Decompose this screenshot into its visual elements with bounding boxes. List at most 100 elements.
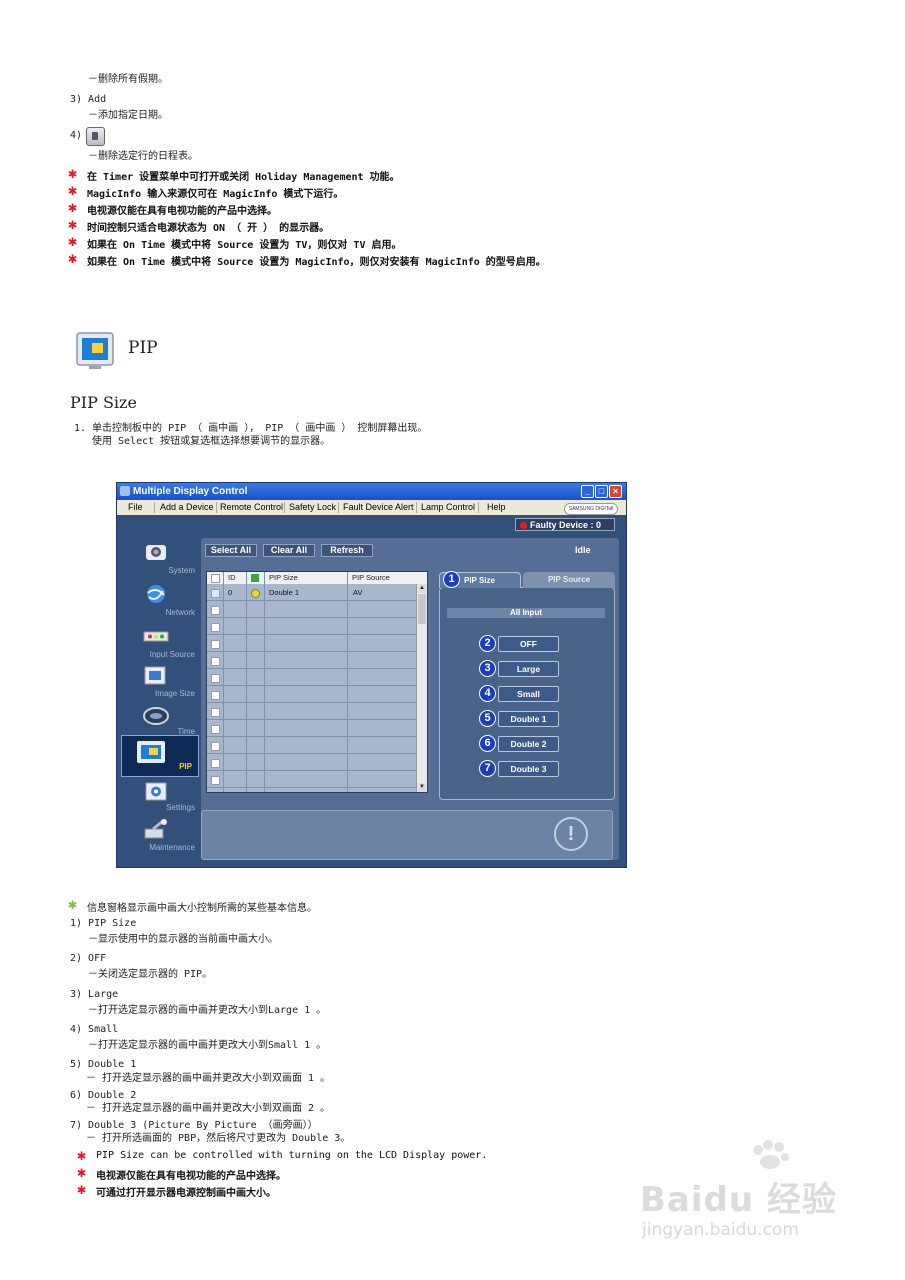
delete-row-desc: －删除选定行的日程表。 — [88, 151, 198, 162]
menu-file[interactable]: File — [128, 500, 143, 515]
star-icon: ✱ — [77, 1163, 87, 1181]
close-button[interactable]: × — [609, 485, 622, 498]
star-icon: ✱ — [68, 198, 78, 216]
globe-icon — [147, 585, 165, 603]
nav-pip-selected[interactable]: PIP — [121, 735, 199, 777]
step1b-text: 使用 Select 按钮或复选框选择想要调节的显示器。 — [92, 436, 331, 447]
row-checkbox[interactable] — [211, 776, 220, 785]
table-row[interactable] — [207, 737, 417, 754]
step1-text: 1. 单击控制板中的 PIP （ 画中画 ）， PIP （ 画中画 ） 控制屏幕… — [74, 423, 428, 434]
double1-button[interactable]: Double 1 — [498, 711, 559, 727]
camera-icon — [146, 545, 166, 560]
select-all-button[interactable]: Select All — [205, 544, 257, 557]
menu-safety-lock[interactable]: Safety Lock — [289, 500, 336, 515]
pip-monitor-icon — [75, 330, 119, 372]
star-icon: ✱ — [68, 249, 78, 267]
table-row[interactable] — [207, 601, 417, 618]
row-checkbox[interactable] — [211, 623, 220, 632]
clear-all-button[interactable]: Clear All — [263, 544, 315, 557]
row-checkbox[interactable] — [211, 742, 220, 751]
row-checkbox[interactable] — [211, 589, 220, 598]
title-bar: Multiple Display Control _ □ × — [117, 483, 626, 500]
row-checkbox[interactable] — [211, 691, 220, 700]
all-input-label: All Input — [447, 608, 605, 618]
nav-network[interactable]: Network — [121, 581, 195, 621]
table-row[interactable] — [207, 652, 417, 669]
refresh-button[interactable]: Refresh — [321, 544, 373, 557]
nav-system[interactable]: System — [121, 538, 195, 578]
watermark-url: jingyan.baidu.com — [642, 1220, 799, 1240]
nav-settings[interactable]: Settings — [121, 781, 195, 817]
item-heading: 6) Double 2 — [70, 1090, 137, 1101]
nav-time[interactable]: Time — [121, 703, 195, 739]
row-checkbox[interactable] — [211, 708, 220, 717]
row-checkbox[interactable] — [211, 606, 220, 615]
item-desc: －打开选定显示器的画中画并更改大小到Large 1 。 — [88, 1005, 327, 1016]
header-checkbox[interactable] — [211, 574, 220, 583]
callout-1-icon: 1 — [443, 571, 460, 588]
maintenance-icon — [144, 819, 167, 839]
table-row[interactable] — [207, 618, 417, 635]
table-row[interactable] — [207, 669, 417, 686]
power-icon — [251, 574, 259, 582]
info-pane: ! — [201, 810, 613, 860]
row-checkbox[interactable] — [211, 640, 220, 649]
row-checkbox[interactable] — [211, 657, 220, 666]
menu-lamp-control[interactable]: Lamp Control — [421, 500, 475, 515]
settings-icon — [145, 782, 167, 801]
menu-fault-device-alert[interactable]: Fault Device Alert — [343, 500, 414, 515]
scroll-thumb[interactable] — [418, 594, 426, 624]
window-title: Multiple Display Control — [133, 486, 248, 497]
add-desc: －添加指定日期。 — [88, 110, 168, 121]
table-row[interactable] — [207, 771, 417, 788]
star-icon: ✱ — [77, 1146, 87, 1164]
table-scrollbar[interactable]: ▲ ▼ — [416, 584, 427, 792]
table-row[interactable] — [207, 703, 417, 720]
nav-image-size[interactable]: Image Size — [121, 663, 195, 703]
item-desc: － 打开选定显示器的画中画并更改大小到双画面 2 。 — [86, 1103, 331, 1114]
callout-2-icon: 2 — [479, 635, 496, 652]
col-id: ID — [228, 573, 236, 582]
app-window: Multiple Display Control _ □ × File Add … — [116, 482, 627, 868]
note: MagicInfo 输入来源仅可在 MagicInfo 模式下运行。 — [87, 189, 344, 200]
large-button[interactable]: Large — [498, 661, 559, 677]
table-row[interactable] — [207, 720, 417, 737]
scroll-up-icon[interactable]: ▲ — [418, 584, 426, 593]
col-pip-source: PIP Source — [352, 573, 390, 582]
callout-5-icon: 5 — [479, 710, 496, 727]
table-row[interactable] — [207, 635, 417, 652]
nav-maintenance[interactable]: Maintenance — [121, 819, 195, 859]
star-icon: ✱ — [68, 895, 78, 913]
scroll-down-icon[interactable]: ▼ — [418, 783, 426, 792]
menu-help[interactable]: Help — [487, 500, 506, 515]
menu-remote-control[interactable]: Remote Control — [220, 500, 283, 515]
note: 电视源仅能在具有电视功能的产品中选择。 — [87, 206, 277, 217]
tab-pip-source[interactable]: PIP Source — [523, 572, 615, 588]
delete-all-desc: －删除所有假期。 — [88, 74, 168, 85]
nav-input-source[interactable]: Input Source — [121, 623, 195, 663]
off-button[interactable]: OFF — [498, 636, 559, 652]
note: 在 Timer 设置菜单中可打开或关闭 Holiday Management 功… — [87, 172, 400, 183]
pip-title: PIP — [128, 338, 158, 358]
double2-button[interactable]: Double 2 — [498, 736, 559, 752]
note: 可通过打开显示器电源控制画中画大小。 — [96, 1188, 276, 1199]
table-row[interactable] — [207, 754, 417, 771]
double3-button[interactable]: Double 3 — [498, 761, 559, 777]
maximize-button[interactable]: □ — [595, 485, 608, 498]
menu-add-device[interactable]: Add a Device — [160, 500, 214, 515]
row-checkbox[interactable] — [211, 759, 220, 768]
table-row[interactable] — [207, 686, 417, 703]
row-checkbox[interactable] — [211, 674, 220, 683]
paw-icon — [750, 1140, 790, 1170]
image-size-icon — [144, 666, 166, 685]
callout-4-icon: 4 — [479, 685, 496, 702]
add-label: 3) Add — [70, 94, 107, 105]
clock-icon — [143, 707, 169, 725]
star-icon: ✱ — [68, 215, 78, 233]
minimize-button[interactable]: _ — [581, 485, 594, 498]
watermark-logo: Baidu 经验 — [640, 1180, 837, 1220]
row-checkbox[interactable] — [211, 725, 220, 734]
small-button[interactable]: Small — [498, 686, 559, 702]
device-table: ID PIP Size PIP Source 0 Double 1 AV ▲ ▼ — [206, 571, 428, 793]
table-row[interactable]: 0 Double 1 AV — [207, 584, 417, 601]
